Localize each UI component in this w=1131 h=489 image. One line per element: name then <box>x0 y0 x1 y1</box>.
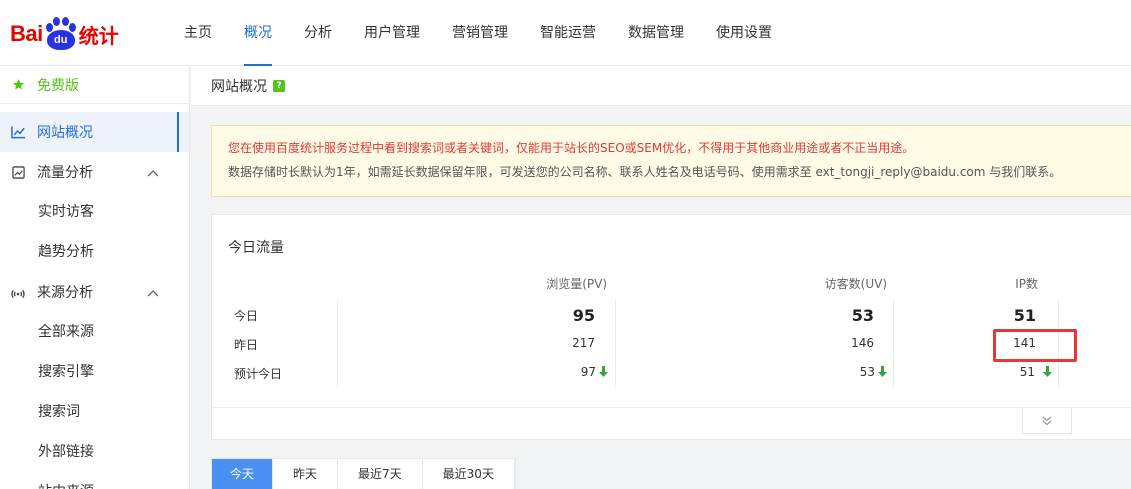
today-uv: 53 <box>851 306 874 325</box>
row-label-forecast-today: 预计今日 <box>234 367 283 381</box>
double-chevron-down-icon <box>1042 416 1052 425</box>
nav-item-user-management[interactable]: 用户管理 <box>348 0 436 66</box>
sidebar-item-label: 网站概况 <box>37 125 93 141</box>
sidebar: 免费版 网站概况 流量分析 实时访客 趋势分析 来源分析 全部来源 搜索引擎 搜… <box>0 66 190 489</box>
nav-item-analysis[interactable]: 分析 <box>288 0 348 66</box>
chevron-up-icon[interactable] <box>147 285 159 301</box>
sidebar-group-traffic[interactable]: 流量分析 <box>0 152 189 192</box>
notice-banner: 您在使用百度统计服务过程中看到搜索词或者关键词，仅能用于站长的SEO或SEM优化… <box>211 125 1131 197</box>
top-bar: Bai du 统计 主页 概况 分析 用户管理 营销管理 智能运营 数据管理 使… <box>0 0 1131 66</box>
sidebar-item-site-overview[interactable]: 网站概况 <box>0 112 189 152</box>
tab-last-30-days[interactable]: 最近30天 <box>423 459 515 489</box>
arrow-down-icon <box>1043 366 1052 377</box>
nav-item-data-management[interactable]: 数据管理 <box>612 0 700 66</box>
sidebar-item-internal-sources[interactable]: 站内来源 <box>0 472 189 489</box>
notice-warning-text: 您在使用百度统计服务过程中看到搜索词或者关键词，仅能用于站长的SEO或SEM优化… <box>228 141 915 155</box>
sidebar-group-label: 来源分析 <box>37 285 93 301</box>
page-title: 网站概况 <box>211 78 267 95</box>
arrow-down-icon <box>599 366 608 377</box>
sidebar-item-search-terms[interactable]: 搜索词 <box>0 392 189 432</box>
highlight-box <box>993 329 1077 362</box>
sidebar-item-realtime-visitors[interactable]: 实时访客 <box>0 192 189 232</box>
logo-text-du: du <box>46 30 75 50</box>
help-icon[interactable]: ? <box>273 79 285 92</box>
card-title: 今日流量 <box>228 240 284 256</box>
line-chart-icon <box>10 124 26 140</box>
column-divider <box>615 299 616 387</box>
today-ip: 51 <box>1013 306 1036 325</box>
column-divider <box>893 299 894 387</box>
paw-icon: du <box>44 17 78 51</box>
baidu-tongji-logo[interactable]: Bai du 统计 <box>10 14 119 54</box>
column-header-uv: 访客数(UV) <box>824 277 887 291</box>
today-pv: 95 <box>572 306 595 325</box>
yesterday-uv: 146 <box>851 336 874 350</box>
chevron-up-icon[interactable] <box>147 165 159 181</box>
logo-text-bai: Bai <box>10 21 43 46</box>
nav-item-settings[interactable]: 使用设置 <box>700 0 788 66</box>
forecast-uv: 53 <box>860 365 887 379</box>
sidebar-group-label: 流量分析 <box>37 165 93 181</box>
column-header-pv: 浏览量(PV) <box>546 277 607 291</box>
nav-item-marketing[interactable]: 营销管理 <box>436 0 524 66</box>
logo-text-tongji: 统计 <box>78 23 119 48</box>
row-label-yesterday: 昨日 <box>234 338 259 352</box>
forecast-pv: 97 <box>581 365 608 379</box>
column-header-ip: IP数 <box>1015 277 1038 291</box>
nav-item-overview[interactable]: 概况 <box>228 0 288 66</box>
signal-icon <box>10 284 26 300</box>
row-label-today: 今日 <box>234 309 259 323</box>
sidebar-item-search-engines[interactable]: 搜索引擎 <box>0 352 189 392</box>
forecast-ip: 51 <box>1020 365 1052 379</box>
forecast-pv-value: 97 <box>580 365 596 379</box>
tab-last-7-days[interactable]: 最近7天 <box>338 459 423 489</box>
sidebar-group-source[interactable]: 来源分析 <box>0 272 189 312</box>
expand-button[interactable] <box>1022 408 1072 434</box>
card-divider <box>212 407 1131 408</box>
arrow-down-icon <box>878 366 887 377</box>
image-chart-icon <box>10 164 26 180</box>
sidebar-item-all-sources[interactable]: 全部来源 <box>0 312 189 352</box>
column-divider <box>337 299 338 387</box>
today-traffic-card: 今日流量 浏览量(PV) 访客数(UV) IP数 今日 95 53 51 昨日 … <box>211 214 1131 440</box>
sidebar-free-edition[interactable]: 免费版 <box>0 66 189 104</box>
forecast-ip-value: 51 <box>1019 365 1035 379</box>
star-icon <box>10 77 26 93</box>
nav-item-home[interactable]: 主页 <box>168 0 228 66</box>
tab-yesterday[interactable]: 昨天 <box>273 459 339 489</box>
yesterday-pv: 217 <box>572 336 595 350</box>
sidebar-item-trend-analysis[interactable]: 趋势分析 <box>0 232 189 272</box>
notice-info-text: 数据存储时长默认为1年，如需延长数据保留年限，可发送您的公司名称、联系人姓名及电… <box>228 165 1062 179</box>
free-edition-label: 免费版 <box>37 77 79 94</box>
tab-today[interactable]: 今天 <box>212 459 274 489</box>
nav-item-smart-ops[interactable]: 智能运营 <box>524 0 612 66</box>
sidebar-item-external-links[interactable]: 外部链接 <box>0 432 189 472</box>
breadcrumb: 网站概况 ? <box>191 66 1131 106</box>
date-range-tabs: 今天 昨天 最近7天 最近30天 <box>211 458 516 489</box>
main-nav: 主页 概况 分析 用户管理 营销管理 智能运营 数据管理 使用设置 <box>168 0 788 66</box>
forecast-uv-value: 53 <box>859 365 875 379</box>
